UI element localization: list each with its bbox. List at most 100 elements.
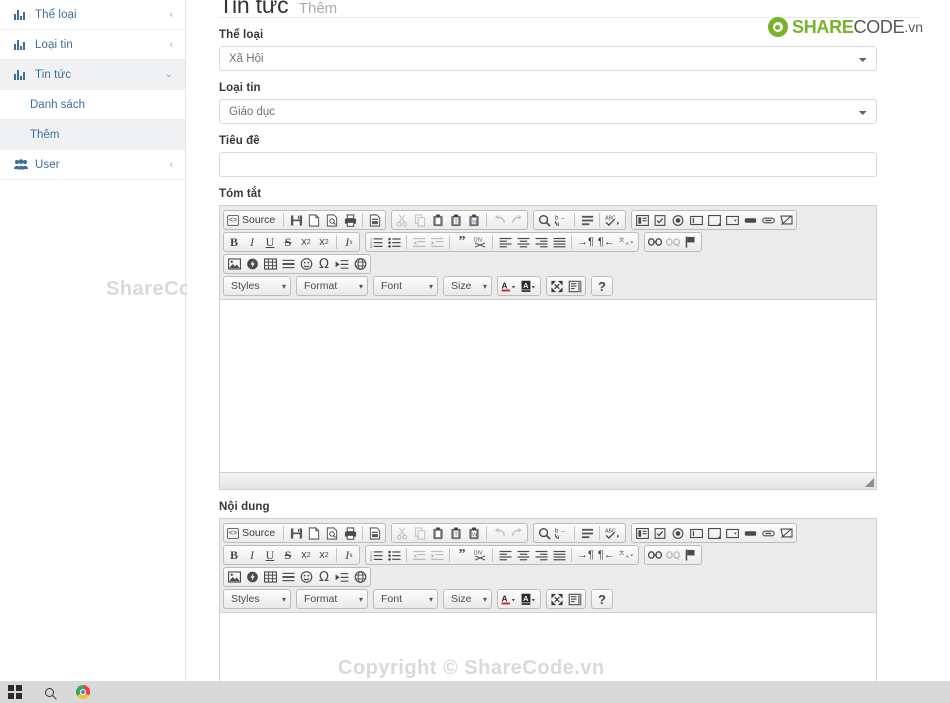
indent-icon[interactable] <box>428 546 446 564</box>
ltr-icon[interactable]: →¶ <box>575 233 596 251</box>
sidebar-item-tin-tuc[interactable]: Tin tức ⌄ <box>0 60 185 90</box>
paste-icon[interactable] <box>429 524 447 542</box>
bold-icon[interactable]: B <box>225 546 243 564</box>
hidden-field-icon[interactable] <box>777 211 795 229</box>
copy-icon[interactable] <box>411 524 429 542</box>
remove-format-icon[interactable]: Ix <box>340 546 358 564</box>
strike-icon[interactable]: S <box>279 546 297 564</box>
sidebar-item-loai-tin[interactable]: Loại tin ‹ <box>0 30 185 60</box>
text-color-icon[interactable]: A <box>499 277 519 295</box>
anchor-icon[interactable] <box>682 546 700 564</box>
text-color-icon[interactable]: A <box>499 590 519 608</box>
print-icon[interactable] <box>341 524 359 542</box>
link-icon[interactable] <box>646 233 664 251</box>
button-icon[interactable] <box>741 524 759 542</box>
styles-combo[interactable]: Styles ▾ <box>223 589 291 609</box>
paste-icon[interactable] <box>429 211 447 229</box>
paste-word-icon[interactable]: W <box>465 211 483 229</box>
form-icon[interactable] <box>633 524 651 542</box>
cut-icon[interactable] <box>393 211 411 229</box>
remove-format-icon[interactable]: Ix <box>340 233 358 251</box>
image-button-icon[interactable] <box>759 211 777 229</box>
search-icon[interactable] <box>41 684 57 700</box>
replace-icon[interactable]: b → a <box>553 211 571 229</box>
table-icon[interactable] <box>261 568 279 586</box>
superscript-icon[interactable]: x2 <box>315 546 333 564</box>
special-char-icon[interactable]: Ω <box>315 255 333 273</box>
sidebar-item-user[interactable]: User ‹ <box>0 150 185 180</box>
new-page-icon[interactable] <box>305 211 323 229</box>
about-icon[interactable]: ? <box>593 277 611 295</box>
align-right-icon[interactable] <box>532 233 550 251</box>
iframe-icon[interactable] <box>351 568 369 586</box>
iframe-icon[interactable] <box>351 255 369 273</box>
strike-icon[interactable]: S <box>279 233 297 251</box>
radio-icon[interactable] <box>669 211 687 229</box>
format-combo[interactable]: Format ▾ <box>296 276 368 296</box>
rtl-icon[interactable]: ¶← <box>596 546 617 564</box>
spellcheck-icon[interactable]: ABC <box>603 524 624 542</box>
font-combo[interactable]: Font ▾ <box>373 276 438 296</box>
underline-icon[interactable]: U <box>261 233 279 251</box>
flash-icon[interactable] <box>243 255 261 273</box>
align-left-icon[interactable] <box>496 233 514 251</box>
horizontal-rule-icon[interactable] <box>279 568 297 586</box>
special-char-icon[interactable]: Ω <box>315 568 333 586</box>
unlink-icon[interactable] <box>664 546 682 564</box>
select-field-icon[interactable] <box>723 524 741 542</box>
create-div-icon[interactable]: DIV <box>471 233 489 251</box>
outdent-icon[interactable] <box>410 546 428 564</box>
align-left-icon[interactable] <box>496 546 514 564</box>
find-icon[interactable] <box>535 211 553 229</box>
italic-icon[interactable]: I <box>243 233 261 251</box>
image-button-icon[interactable] <box>759 524 777 542</box>
spellcheck-icon[interactable]: ABC <box>603 211 624 229</box>
superscript-icon[interactable]: x2 <box>315 233 333 251</box>
select-field-icon[interactable] <box>723 211 741 229</box>
styles-combo[interactable]: Styles ▾ <box>223 276 291 296</box>
redo-icon[interactable] <box>508 211 526 229</box>
sidebar-item-them[interactable]: Thêm <box>0 120 185 150</box>
select-all-icon[interactable] <box>578 524 596 542</box>
checkbox-icon[interactable] <box>651 524 669 542</box>
templates-icon[interactable] <box>366 524 384 542</box>
blockquote-icon[interactable]: ” <box>453 546 471 564</box>
save-icon[interactable] <box>287 211 305 229</box>
textarea-icon[interactable] <box>705 211 723 229</box>
redo-icon[interactable] <box>508 524 526 542</box>
subscript-icon[interactable]: x2 <box>297 546 315 564</box>
indent-icon[interactable] <box>428 233 446 251</box>
align-right-icon[interactable] <box>532 546 550 564</box>
ltr-icon[interactable]: →¶ <box>575 546 596 564</box>
horizontal-rule-icon[interactable] <box>279 255 297 273</box>
unlink-icon[interactable] <box>664 233 682 251</box>
templates-icon[interactable] <box>366 211 384 229</box>
underline-icon[interactable]: U <box>261 546 279 564</box>
sidebar-item-the-loai[interactable]: Thể loại ‹ <box>0 0 185 30</box>
form-icon[interactable] <box>633 211 651 229</box>
anchor-icon[interactable] <box>682 233 700 251</box>
show-blocks-icon[interactable] <box>566 590 584 608</box>
undo-icon[interactable] <box>490 524 508 542</box>
subscript-icon[interactable]: x2 <box>297 233 315 251</box>
numbered-list-icon[interactable]: 123 <box>367 546 385 564</box>
sidebar-item-danh-sach[interactable]: Danh sách <box>0 90 185 120</box>
input-tieu-de[interactable] <box>219 152 877 177</box>
language-icon[interactable]: 文A <box>617 546 637 564</box>
page-break-icon[interactable] <box>333 255 351 273</box>
source-button[interactable]: <> Source <box>225 211 280 229</box>
create-div-icon[interactable]: DIV <box>471 546 489 564</box>
find-icon[interactable] <box>535 524 553 542</box>
radio-icon[interactable] <box>669 524 687 542</box>
text-field-icon[interactable] <box>687 211 705 229</box>
print-icon[interactable] <box>341 211 359 229</box>
image-icon[interactable] <box>225 255 243 273</box>
background-color-icon[interactable]: A <box>519 277 539 295</box>
language-icon[interactable]: 文A <box>617 233 637 251</box>
link-icon[interactable] <box>646 546 664 564</box>
size-combo[interactable]: Size ▾ <box>443 276 492 296</box>
preview-icon[interactable] <box>323 211 341 229</box>
bulleted-list-icon[interactable] <box>385 233 403 251</box>
bulleted-list-icon[interactable] <box>385 546 403 564</box>
new-page-icon[interactable] <box>305 524 323 542</box>
